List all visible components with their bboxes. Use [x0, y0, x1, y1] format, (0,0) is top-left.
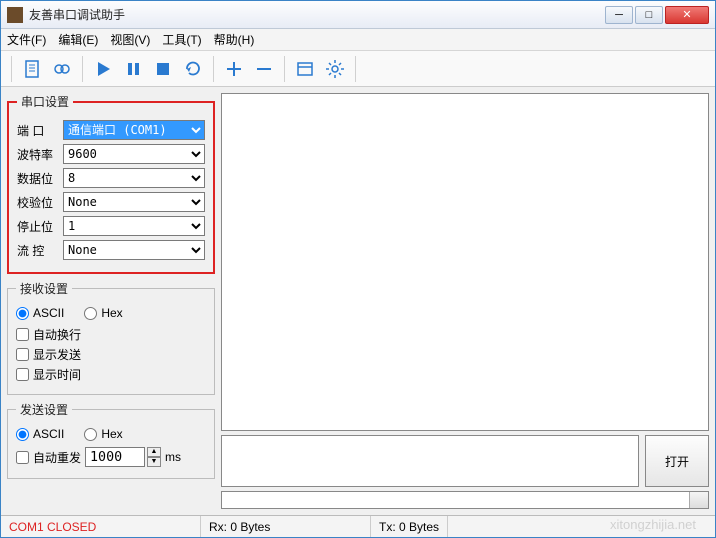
window-title: 友善串口调试助手 [29, 6, 605, 23]
send-ascii-radio[interactable] [16, 428, 29, 441]
interval-input[interactable] [85, 447, 145, 467]
send-textarea[interactable] [221, 435, 639, 487]
window-icon[interactable] [291, 55, 319, 83]
stop-select[interactable]: 1 [63, 216, 205, 236]
menu-help[interactable]: 帮助(H) [214, 31, 255, 48]
showtime-checkbox[interactable] [16, 368, 29, 381]
recv-hex-radio[interactable] [84, 307, 97, 320]
baud-label: 波特率 [17, 146, 57, 163]
interval-spinner[interactable]: ▲▼ [147, 447, 161, 467]
app-window: 友善串口调试助手 ─ □ ✕ 文件(F) 编辑(E) 视图(V) 工具(T) 帮… [0, 0, 716, 538]
send-settings-group: 发送设置 ASCII Hex 自动重发 ▲▼ ms [7, 401, 215, 479]
menu-view[interactable]: 视图(V) [110, 31, 150, 48]
send-hex-radio[interactable] [84, 428, 97, 441]
parity-select[interactable]: None [63, 192, 205, 212]
gear-icon[interactable] [321, 55, 349, 83]
status-connection: COM1 CLOSED [1, 516, 201, 537]
parity-label: 校验位 [17, 194, 57, 211]
refresh-icon[interactable] [179, 55, 207, 83]
serial-settings-group: 串口设置 端 口通信端口 (COM1) 波特率 9600 数据位 8 校验位 None… [7, 93, 215, 274]
titlebar: 友善串口调试助手 ─ □ ✕ [1, 1, 715, 29]
close-button[interactable]: ✕ [665, 6, 709, 24]
recv-ascii-radio[interactable] [16, 307, 29, 320]
baud-select[interactable]: 9600 [63, 144, 205, 164]
data-select[interactable]: 8 [63, 168, 205, 188]
right-panel: 打开 [221, 93, 709, 509]
left-panel: 串口设置 端 口通信端口 (COM1) 波特率 9600 数据位 8 校验位 None… [7, 93, 215, 509]
window-controls: ─ □ ✕ [605, 6, 709, 24]
autoresend-checkbox[interactable] [16, 451, 29, 464]
status-tx: Tx: 0 Bytes [371, 516, 448, 537]
hex-scroll-area[interactable] [221, 491, 709, 509]
minus-icon[interactable] [250, 55, 278, 83]
menubar: 文件(F) 编辑(E) 视图(V) 工具(T) 帮助(H) [1, 29, 715, 51]
menu-tools[interactable]: 工具(T) [162, 31, 201, 48]
port-label: 端 口 [17, 122, 57, 139]
new-file-icon[interactable] [18, 55, 46, 83]
recv-settings-group: 接收设置 ASCII Hex 自动换行 显示发送 显示时间 [7, 280, 215, 395]
port-select[interactable]: 通信端口 (COM1) [63, 120, 205, 140]
stop-icon[interactable] [149, 55, 177, 83]
record-icon[interactable] [48, 55, 76, 83]
flow-select[interactable]: None [63, 240, 205, 260]
status-rx: Rx: 0 Bytes [201, 516, 371, 537]
minimize-button[interactable]: ─ [605, 6, 633, 24]
showsend-checkbox[interactable] [16, 348, 29, 361]
stop-label: 停止位 [17, 218, 57, 235]
data-label: 数据位 [17, 170, 57, 187]
flow-label: 流 控 [17, 242, 57, 259]
receive-textarea[interactable] [221, 93, 709, 431]
menu-file[interactable]: 文件(F) [7, 31, 46, 48]
toolbar [1, 51, 715, 87]
app-icon [7, 7, 23, 23]
wrap-checkbox[interactable] [16, 328, 29, 341]
play-icon[interactable] [89, 55, 117, 83]
recv-legend: 接收设置 [16, 280, 72, 297]
send-legend: 发送设置 [16, 401, 72, 418]
open-button[interactable]: 打开 [645, 435, 709, 487]
plus-icon[interactable] [220, 55, 248, 83]
maximize-button[interactable]: □ [635, 6, 663, 24]
menu-edit[interactable]: 编辑(E) [58, 31, 98, 48]
content-area: 串口设置 端 口通信端口 (COM1) 波特率 9600 数据位 8 校验位 None… [1, 87, 715, 515]
serial-legend: 串口设置 [17, 93, 73, 110]
statusbar: COM1 CLOSED Rx: 0 Bytes Tx: 0 Bytes [1, 515, 715, 537]
pause-icon[interactable] [119, 55, 147, 83]
